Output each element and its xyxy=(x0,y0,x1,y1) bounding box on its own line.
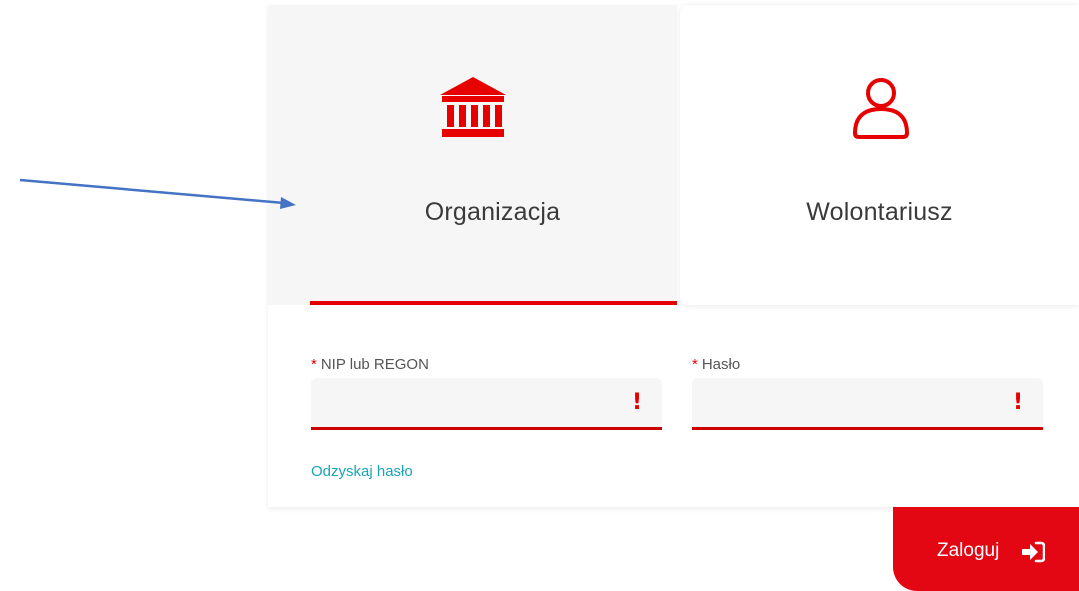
password-input[interactable] xyxy=(692,378,1043,427)
tab-volunteer[interactable]: Wolontariusz xyxy=(680,5,1079,305)
password-field: * Hasło ! xyxy=(692,355,1043,430)
error-icon: ! xyxy=(631,390,642,415)
password-label-text: Hasło xyxy=(701,356,741,373)
tab-organization[interactable]: Organizacja xyxy=(268,5,677,305)
nip-input-wrapper: ! xyxy=(311,378,662,430)
required-mark: * xyxy=(311,356,317,373)
sign-in-icon xyxy=(1022,541,1045,563)
nip-input[interactable] xyxy=(311,378,662,427)
user-icon xyxy=(853,78,909,139)
nip-field-label: * NIP lub REGON xyxy=(311,355,662,375)
login-button-label: Zaloguj xyxy=(937,540,1000,561)
nip-label-text: NIP lub REGON xyxy=(320,356,429,373)
recover-password-link[interactable]: Odzyskaj hasło xyxy=(311,463,413,480)
password-field-label: * Hasło xyxy=(692,355,1043,375)
error-icon: ! xyxy=(1012,390,1023,415)
tab-organization-label: Organizacja xyxy=(424,198,561,226)
nip-field: * NIP lub REGON ! xyxy=(311,355,662,430)
annotation-arrow xyxy=(19,178,296,209)
institution-icon xyxy=(440,77,506,137)
tab-volunteer-label: Wolontariusz xyxy=(806,198,953,226)
required-mark: * xyxy=(692,356,698,373)
login-button[interactable]: Zaloguj xyxy=(893,507,1079,591)
active-tab-indicator xyxy=(310,301,677,305)
password-input-wrapper: ! xyxy=(692,378,1043,430)
